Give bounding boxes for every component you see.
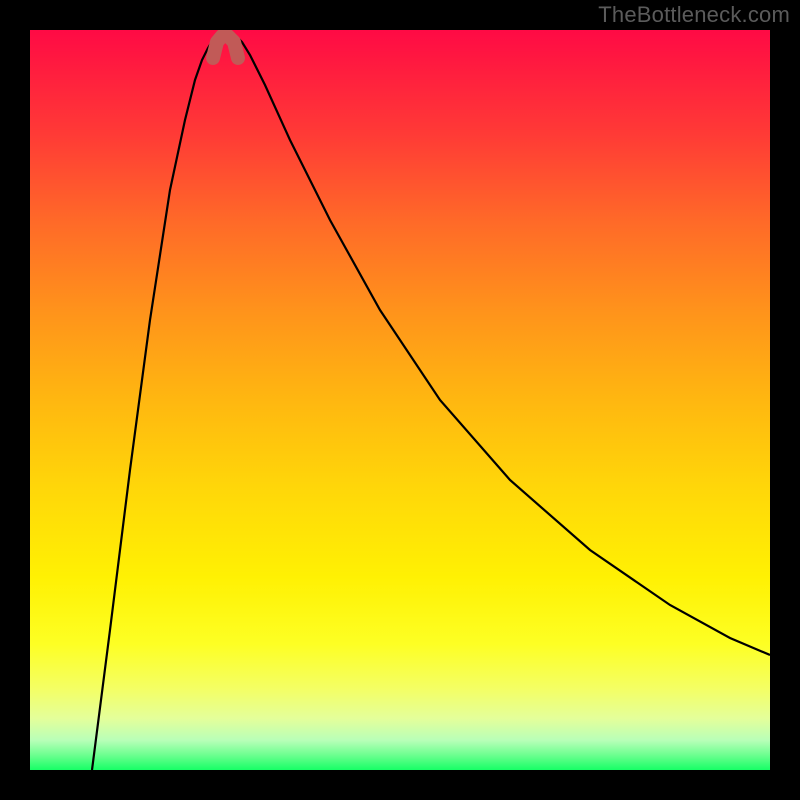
right-curve xyxy=(237,37,770,655)
chart-frame: TheBottleneck.com xyxy=(0,0,800,800)
curve-layer xyxy=(30,30,770,770)
bottom-u-marker xyxy=(213,36,238,58)
left-curve xyxy=(92,37,217,770)
plot-area xyxy=(30,30,770,770)
watermark-text: TheBottleneck.com xyxy=(598,2,790,28)
